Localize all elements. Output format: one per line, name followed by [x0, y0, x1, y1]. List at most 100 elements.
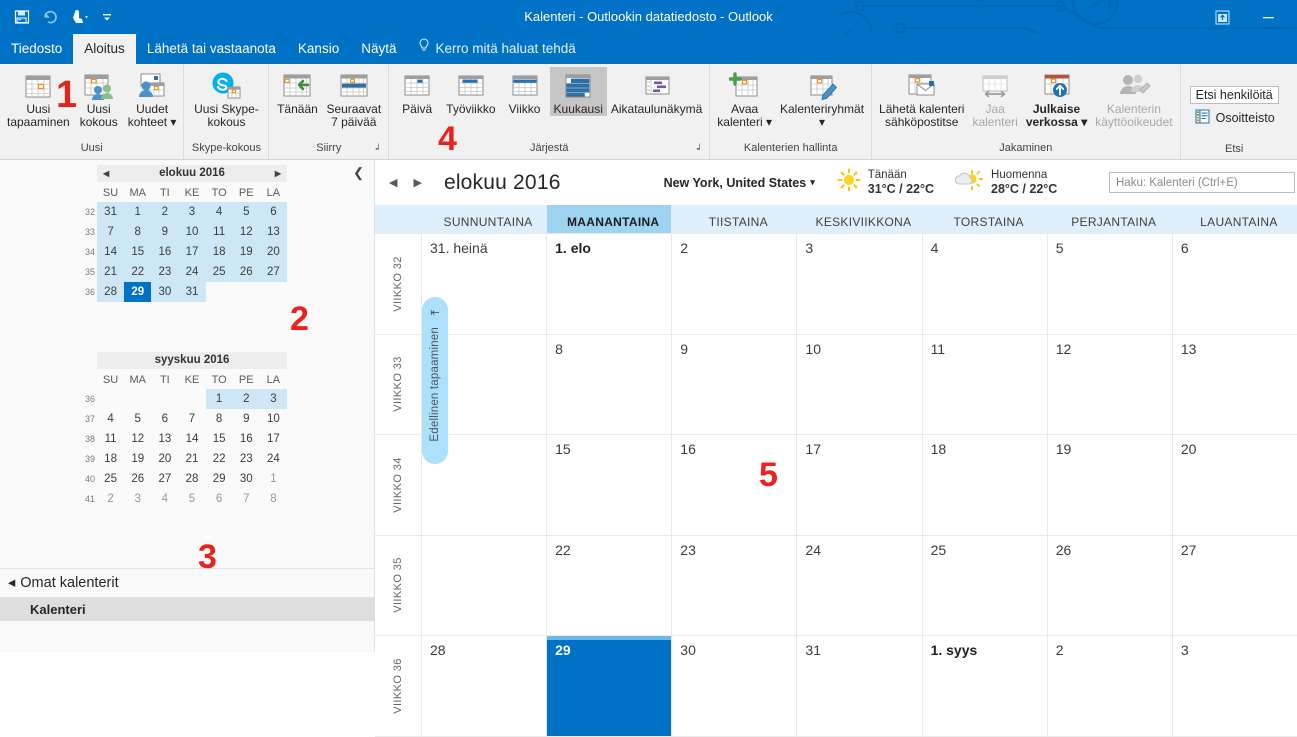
- mini-calendar-day[interactable]: 31: [178, 282, 206, 302]
- mini-calendar-day[interactable]: 31: [97, 202, 125, 222]
- calendar-day-cell[interactable]: 6: [1173, 234, 1297, 334]
- mini-calendar-day[interactable]: 2: [151, 202, 179, 222]
- mini-calendar-day[interactable]: 21: [97, 262, 125, 282]
- mini-calendar-day[interactable]: 8: [260, 489, 287, 509]
- week-view-button[interactable]: Viikko: [500, 67, 550, 116]
- mini-calendar-day[interactable]: 15: [124, 242, 152, 262]
- sidebar-item-kalenteri[interactable]: Kalenteri: [0, 597, 404, 621]
- calendar-permissions-button[interactable]: Kalenterin käyttöoikeudet: [1091, 67, 1176, 129]
- mini-calendar-day[interactable]: 17: [178, 242, 206, 262]
- mini-calendar-day[interactable]: 3: [259, 389, 287, 409]
- calendar-day-cell[interactable]: 15: [547, 435, 673, 535]
- mini-calendar-day[interactable]: 7: [233, 489, 260, 509]
- mini-calendar-day[interactable]: 10: [260, 409, 287, 429]
- calendar-day-cell[interactable]: 29: [547, 636, 673, 736]
- share-calendar-button[interactable]: Jaa kalenteri: [968, 67, 1021, 129]
- calendar-groups-button[interactable]: Kalenteriryhmät ▾: [776, 67, 868, 129]
- mini-calendar-day[interactable]: 20: [259, 242, 287, 262]
- touch-mode-icon[interactable]: [69, 9, 90, 25]
- mini-calendar-day[interactable]: 7: [178, 409, 205, 429]
- chevron-down-icon[interactable]: ▾: [810, 177, 815, 188]
- mini-calendar-day[interactable]: 6: [206, 489, 233, 509]
- calendar-day-cell[interactable]: 2: [672, 234, 798, 334]
- next-period-icon[interactable]: ▶: [413, 176, 421, 189]
- ribbon-tab-tiedosto[interactable]: Tiedosto: [0, 34, 73, 64]
- ribbon-tab-laheta-tai-vastaanota[interactable]: Lähetä tai vastaanota: [136, 34, 287, 64]
- mini-calendar-day[interactable]: 6: [259, 202, 287, 222]
- mini-calendar-day[interactable]: 23: [233, 449, 260, 469]
- mini-calendar-day[interactable]: 26: [124, 469, 151, 489]
- calendar-day-cell[interactable]: 5: [1048, 234, 1173, 334]
- mini-calendar-day[interactable]: 2: [97, 489, 124, 509]
- window-controls[interactable]: [1199, 0, 1291, 34]
- mini-calendar-day[interactable]: 1: [205, 389, 233, 409]
- mini-calendar-day[interactable]: 1: [124, 202, 152, 222]
- calendar-day-cell[interactable]: 1. syys: [923, 636, 1048, 736]
- mini-calendar-day[interactable]: 18: [97, 449, 124, 469]
- calendar-day-cell[interactable]: 13: [1173, 335, 1297, 435]
- calendar-month-grid[interactable]: VIIKKO 3231. heinä1. elo23456VIIKKO 3378…: [375, 233, 1297, 737]
- prev-period-icon[interactable]: ◀: [389, 176, 397, 189]
- mini-calendar-day[interactable]: 14: [97, 242, 125, 262]
- calendar-day-cell[interactable]: 30: [672, 636, 798, 736]
- mini-calendar-day[interactable]: 19: [232, 242, 260, 262]
- calendar-day-cell[interactable]: 9: [672, 334, 798, 434]
- mini-calendar-day[interactable]: 28: [97, 282, 125, 302]
- mini-calendar-day[interactable]: 23: [151, 262, 179, 282]
- day-view-button[interactable]: Päivä: [392, 67, 442, 116]
- mini-calendar-day[interactable]: 3: [124, 489, 151, 509]
- mini-calendar-day[interactable]: 10: [178, 222, 206, 242]
- day-header-tiistaina[interactable]: TIISTAINA: [672, 205, 798, 233]
- mini-calendar-day[interactable]: 4: [205, 202, 233, 222]
- calendar-day-cell[interactable]: 16: [672, 435, 798, 535]
- calendar-day-cell[interactable]: 27: [1173, 536, 1297, 636]
- ribbon-tab-kansio[interactable]: Kansio: [287, 34, 350, 64]
- mini-calendar-day[interactable]: 5: [124, 409, 151, 429]
- mini-calendar-day[interactable]: 24: [260, 449, 287, 469]
- calendar-day-cell[interactable]: 8: [547, 334, 673, 434]
- minimize-window-button[interactable]: [1245, 0, 1291, 34]
- calendar-day-cell[interactable]: 28: [422, 636, 548, 736]
- day-header-torstaina[interactable]: TORSTAINA: [923, 205, 1048, 233]
- calendar-day-cell[interactable]: 10: [797, 334, 923, 434]
- mini-calendar-day[interactable]: 6: [151, 409, 178, 429]
- month-view-button[interactable]: Kuukausi: [549, 67, 607, 116]
- mini-calendar-day[interactable]: 27: [259, 262, 287, 282]
- undo-icon[interactable]: [41, 9, 58, 25]
- calendar-day-cell[interactable]: 26: [1048, 535, 1173, 635]
- open-calendar-button[interactable]: Avaa kalenteri ▾: [713, 67, 776, 129]
- new-skype-meeting-button[interactable]: Uusi Skype- kokous: [187, 67, 265, 129]
- customize-qat-icon[interactable]: [101, 9, 113, 25]
- mini-calendar-day[interactable]: 14: [178, 429, 205, 449]
- mini-calendar-day[interactable]: 9: [233, 409, 260, 429]
- calendar-day-cell[interactable]: 12: [1048, 334, 1173, 434]
- find-people-input[interactable]: Etsi henkilöitä: [1189, 85, 1279, 104]
- jarjesta-dialog-launcher[interactable]: ┙: [697, 141, 702, 157]
- week-number-cell[interactable]: VIIKKO 33: [375, 334, 422, 434]
- mini-calendar-day[interactable]: 29: [206, 469, 233, 489]
- next-7-days-button[interactable]: Seuraavat 7 päivää: [322, 67, 385, 129]
- mini-calendar-august-grid[interactable]: 32 31 1 2 3 4 5 6 33 7 8 9 10 11 12 13 34 14 15 16 17 18 19 20 3…: [85, 202, 287, 302]
- mini-calendar-day[interactable]: 21: [178, 449, 205, 469]
- calendar-day-cell[interactable]: [422, 535, 548, 635]
- weather-location-selector[interactable]: New York, United States ▾: [664, 176, 815, 190]
- day-header-perjantaina[interactable]: PERJANTAINA: [1048, 205, 1173, 233]
- email-calendar-button[interactable]: Lähetä kalenteri sähköpostitse: [875, 67, 968, 129]
- calendar-day-cell[interactable]: 25: [923, 535, 1048, 635]
- next-month-icon[interactable]: ▶: [275, 165, 281, 182]
- mini-calendar-day[interactable]: 5: [232, 202, 260, 222]
- mini-calendar-day[interactable]: 7: [97, 222, 125, 242]
- calendar-day-cell[interactable]: 3: [797, 234, 923, 334]
- new-items-button[interactable]: Uudet kohteet ▾: [124, 67, 181, 129]
- calendar-day-cell[interactable]: 22: [547, 535, 673, 635]
- mini-calendar-september-grid[interactable]: 36 1 2 3 37 4 5 6 7 8 9 10 38 11 12 13 14 15 16 17 39 18 19 20 2…: [85, 389, 287, 509]
- calendar-day-cell[interactable]: 17: [797, 435, 923, 535]
- mini-calendar-day[interactable]: 30: [233, 469, 260, 489]
- mini-calendar-day[interactable]: 20: [151, 449, 178, 469]
- mini-calendar-day[interactable]: 25: [97, 469, 124, 489]
- schedule-view-button[interactable]: Aikataulunäkymä: [607, 67, 706, 116]
- week-number-cell[interactable]: VIIKKO 32: [375, 234, 422, 334]
- ribbon-tab-strip[interactable]: Tiedosto Aloitus Lähetä tai vastaanota K…: [0, 34, 1297, 64]
- calendar-day-cell[interactable]: 18: [923, 435, 1048, 535]
- publish-online-button[interactable]: Julkaise verkossa ▾: [1022, 67, 1091, 129]
